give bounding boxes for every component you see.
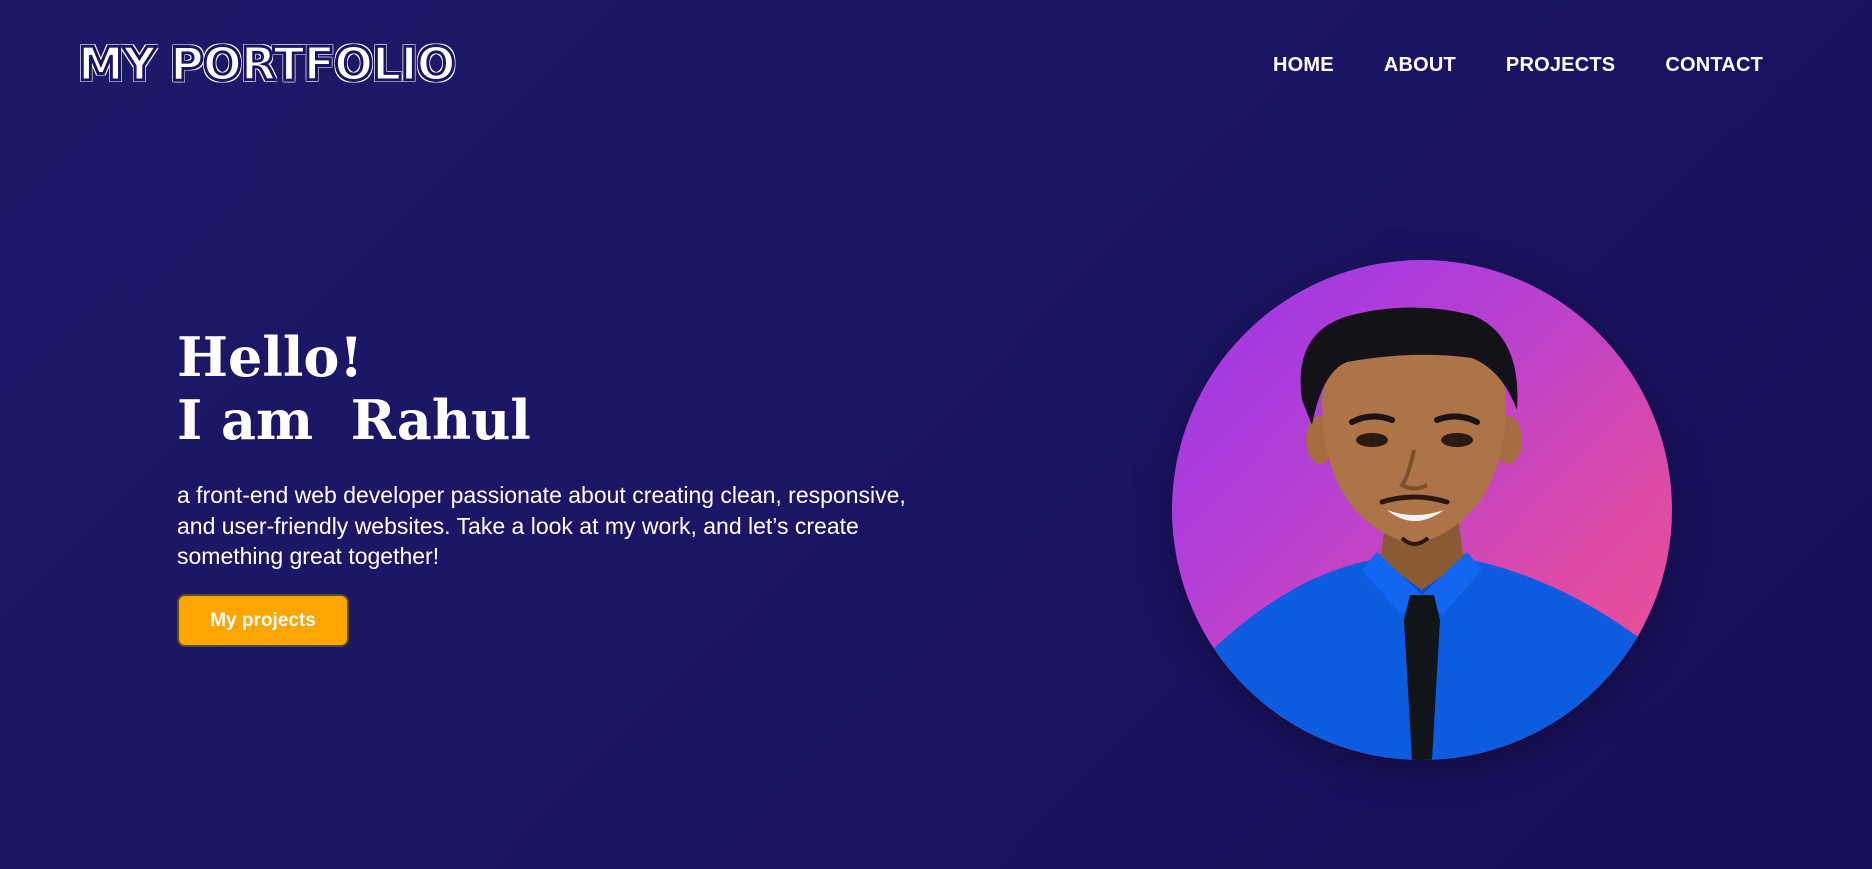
hero-name: I am Rahul [177, 388, 531, 452]
site-logo[interactable]: MY PORTFOLIO [77, 36, 458, 93]
nav-home-link[interactable]: HOME [1273, 52, 1334, 78]
main-nav: HOME ABOUT PROJECTS CONTACT [1273, 52, 1763, 78]
profile-person-illustration [1172, 307, 1672, 760]
hero-description: a front-end web developer passionate abo… [177, 482, 906, 569]
hero-greeting: Hello! [177, 325, 364, 389]
nav-contact-link[interactable]: CONTACT [1665, 52, 1763, 78]
nav-projects-link[interactable]: PROJECTS [1506, 52, 1615, 78]
hero-heading: Hello! I am Rahul [177, 326, 531, 452]
my-projects-button[interactable]: My projects [177, 594, 349, 647]
profile-photo [1172, 260, 1672, 760]
nav-about-link[interactable]: ABOUT [1384, 52, 1456, 78]
